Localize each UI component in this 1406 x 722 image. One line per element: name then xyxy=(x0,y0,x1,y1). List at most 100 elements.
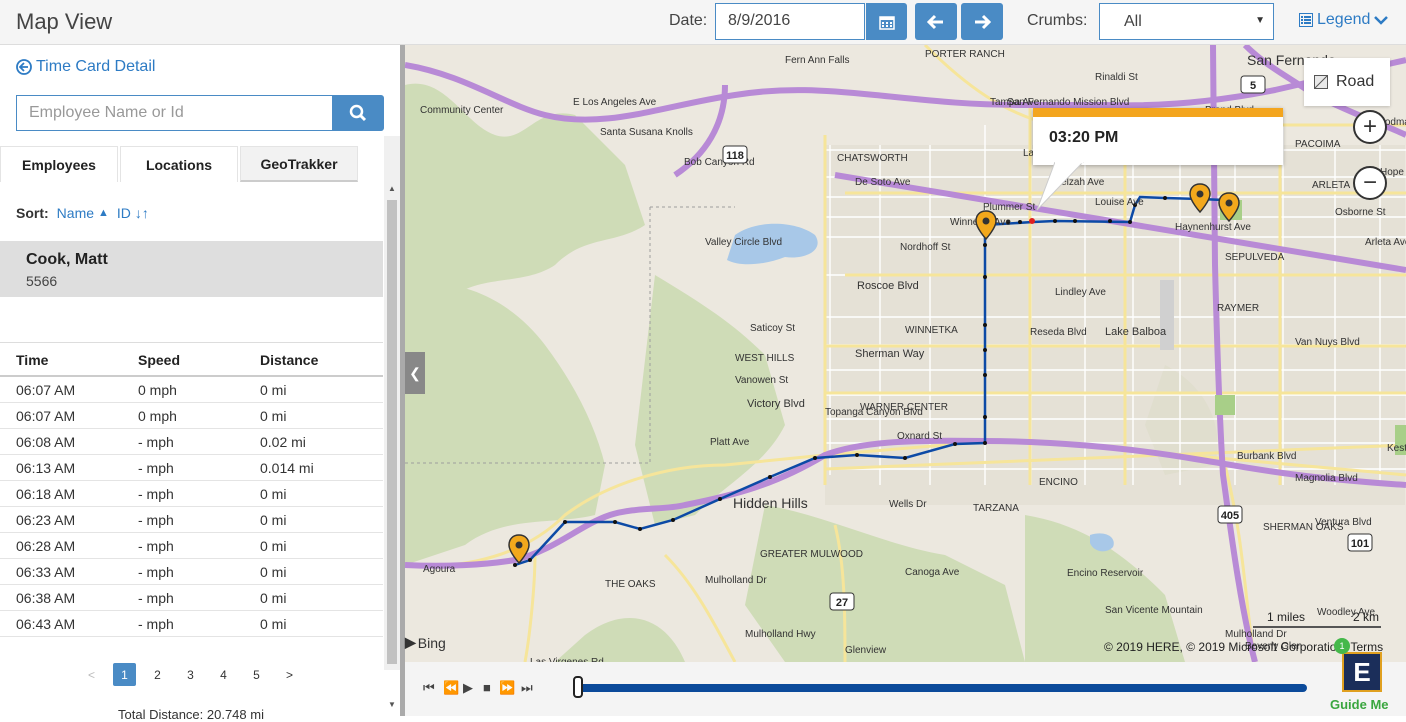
prev-page-button[interactable]: < xyxy=(80,663,103,686)
map-label: Oxnard St xyxy=(897,431,942,442)
map-label: Van Nuys Blvd xyxy=(1295,337,1360,348)
table-row[interactable]: 06:38 AM - mph 0 mi xyxy=(0,585,383,611)
skip-start-icon[interactable]: ⏮ xyxy=(423,680,435,696)
tab-employees[interactable]: Employees xyxy=(0,146,118,182)
employee-search-input[interactable]: Employee Name or Id xyxy=(16,95,332,131)
map-label: Lindley Ave xyxy=(1055,287,1106,298)
chevron-left-icon: ❮ xyxy=(409,364,421,381)
cell-speed: - mph xyxy=(138,538,174,554)
map-pin-icon[interactable] xyxy=(975,209,997,241)
calendar-button[interactable] xyxy=(866,3,907,40)
sort-numeric-icon: ↓↑ xyxy=(134,205,149,221)
cell-time: 06:07 AM xyxy=(16,408,76,424)
table-row[interactable]: 06:18 AM - mph 0 mi xyxy=(0,481,383,507)
search-button[interactable] xyxy=(332,95,384,131)
table-row[interactable]: 06:13 AM - mph 0.014 mi xyxy=(0,455,383,481)
cell-distance: 0 mi xyxy=(260,616,287,632)
table-row[interactable]: 06:28 AM - mph 0 mi xyxy=(0,533,383,559)
next-date-button[interactable] xyxy=(961,3,1003,40)
skip-end-icon[interactable]: ⏭ xyxy=(521,680,533,696)
stop-icon[interactable]: ■ xyxy=(483,680,491,695)
route-point xyxy=(1108,219,1112,223)
route-point xyxy=(983,243,987,247)
cell-distance: 0 mi xyxy=(260,408,287,424)
map-style-toggle[interactable]: Road xyxy=(1304,58,1390,106)
fast-forward-icon[interactable]: ⏩ xyxy=(499,680,515,696)
minus-icon: − xyxy=(1362,169,1377,196)
map-label: THE OAKS xyxy=(605,579,656,590)
page-5[interactable]: 5 xyxy=(245,663,268,686)
playback-thumb[interactable] xyxy=(573,676,583,698)
tab-geotrakker[interactable]: GeoTrakker xyxy=(240,146,358,182)
route-point xyxy=(613,520,617,524)
next-page-button[interactable]: > xyxy=(278,663,301,686)
map-pin-icon[interactable] xyxy=(508,533,530,565)
scroll-down-icon[interactable]: ▼ xyxy=(384,700,400,714)
cell-distance: 0.02 mi xyxy=(260,434,306,450)
left-panel: Time Card Detail Employee Name or Id Emp… xyxy=(0,46,400,722)
prev-date-button[interactable] xyxy=(915,3,957,40)
route-point xyxy=(983,415,987,419)
map-label: Victory Blvd xyxy=(747,398,805,410)
page-1[interactable]: 1 xyxy=(113,663,136,686)
map-label: Mulholland Dr xyxy=(1225,629,1287,640)
crumbs-select[interactable]: All ▼ xyxy=(1099,3,1274,40)
route-point xyxy=(983,275,987,279)
table-row[interactable]: 06:07 AM 0 mph 0 mi xyxy=(0,403,383,429)
map-label: Topanga Canyon Blvd xyxy=(825,407,923,418)
table-row[interactable]: 06:23 AM - mph 0 mi xyxy=(0,507,383,533)
zoom-out-button[interactable]: − xyxy=(1353,166,1387,200)
map-label: Arleta Ave xyxy=(1365,237,1406,248)
cell-distance: 0 mi xyxy=(260,382,287,398)
legend-toggle[interactable]: Legend xyxy=(1299,11,1389,29)
map-pin-icon[interactable] xyxy=(1189,182,1211,214)
table-row[interactable]: 06:33 AM - mph 0 mi xyxy=(0,559,383,585)
route-point xyxy=(1053,219,1057,223)
page-3[interactable]: 3 xyxy=(179,663,202,686)
play-icon[interactable]: ▶ xyxy=(463,680,473,696)
cell-speed: - mph xyxy=(138,590,174,606)
map-pin-icon[interactable] xyxy=(1218,191,1240,223)
map-label: Louise Ave xyxy=(1095,197,1144,208)
route-point xyxy=(1018,220,1022,224)
tab-locations[interactable]: Locations xyxy=(120,146,238,182)
zoom-in-button[interactable]: + xyxy=(1353,110,1387,144)
map-label: Platt Ave xyxy=(710,437,750,448)
scroll-up-icon[interactable]: ▲ xyxy=(384,184,400,198)
page-4[interactable]: 4 xyxy=(212,663,235,686)
map-label: Magnolia Blvd xyxy=(1295,473,1358,484)
sort-by-id[interactable]: ID ↓↑ xyxy=(117,205,149,221)
table-row[interactable]: 06:08 AM - mph 0.02 mi xyxy=(0,429,383,455)
time-card-detail-link[interactable]: Time Card Detail xyxy=(16,58,155,76)
map-label: Tampa Ave xyxy=(990,97,1040,108)
route-point xyxy=(983,373,987,377)
table-row[interactable]: 06:43 AM - mph 0 mi xyxy=(0,611,383,637)
table-row[interactable]: 06:07 AM 0 mph 0 mi xyxy=(0,377,383,403)
chevron-down-icon: ▼ xyxy=(1255,15,1265,26)
cell-speed: - mph xyxy=(138,616,174,632)
map-label: Roscoe Blvd xyxy=(857,280,919,292)
playback-track[interactable] xyxy=(579,684,1307,692)
guide-me-widget[interactable]: E 1 Guide Me xyxy=(1330,638,1392,716)
route-point xyxy=(638,527,642,531)
scrollbar-thumb[interactable] xyxy=(387,200,397,664)
cell-distance: 0 mi xyxy=(260,564,287,580)
column-header-distance: Distance xyxy=(260,352,319,368)
cell-time: 06:33 AM xyxy=(16,564,76,580)
map-label: Saticoy St xyxy=(750,323,795,334)
employee-card[interactable]: Cook, Matt 5566 xyxy=(0,241,383,297)
collapse-panel-button[interactable]: ❮ xyxy=(405,352,425,394)
sort-by-name[interactable]: Name ▲ xyxy=(57,205,109,221)
arrow-left-icon xyxy=(927,14,943,29)
route-point xyxy=(983,441,987,445)
date-field[interactable]: 8/9/2016 xyxy=(715,3,865,40)
page-2[interactable]: 2 xyxy=(146,663,169,686)
column-header-time: Time xyxy=(16,352,49,368)
cell-speed: - mph xyxy=(138,564,174,580)
cell-distance: 0.014 mi xyxy=(260,460,314,476)
header: Map View Date: 8/9/2016 Crumbs: All ▼ Le… xyxy=(0,0,1406,45)
route-point xyxy=(671,518,675,522)
rewind-icon[interactable]: ⏪ xyxy=(443,680,459,696)
crumbs-label: Crumbs: xyxy=(1027,12,1088,29)
cell-speed: - mph xyxy=(138,460,174,476)
